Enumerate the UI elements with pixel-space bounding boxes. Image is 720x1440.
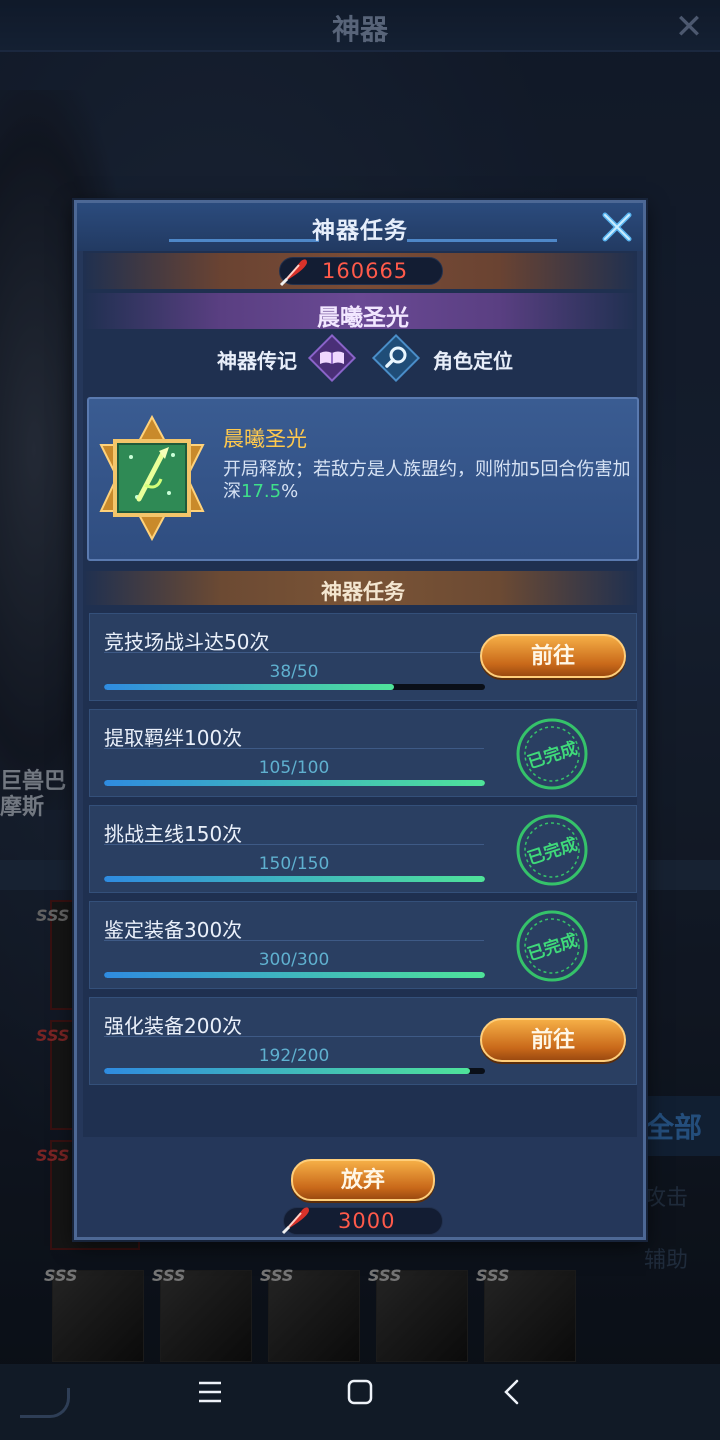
task-progress-text: 300/300 [258, 950, 330, 970]
artifact-title: 晨曦圣光 [317, 304, 409, 331]
abandon-button[interactable]: 放弃 [291, 1159, 435, 1201]
artifact-skill-name: 晨曦圣光 [223, 427, 307, 451]
task-divider [104, 652, 484, 653]
task-progress-text: 38/50 [269, 662, 319, 682]
abandon-cost-value: 3000 [338, 1209, 396, 1233]
completed-stamp-text: 已完成 [525, 834, 580, 870]
bg-return-arrow[interactable] [20, 1388, 70, 1418]
completed-stamp-icon: 已完成 [516, 910, 588, 982]
tasks-section-title: 神器任务 [321, 579, 405, 604]
task-progress-bar [104, 780, 485, 786]
completed-stamp-text: 已完成 [525, 930, 580, 966]
magnifier-icon[interactable] [369, 331, 423, 385]
task-divider [104, 1036, 484, 1037]
completed-stamp-icon: 已完成 [516, 718, 588, 790]
task-row: 强化装备200次 192/200 前往 [89, 997, 637, 1085]
task-progress-fill [104, 972, 485, 978]
power-value: 160665 [322, 259, 409, 283]
artifact-task-dialog: 神器任务 160665 晨曦圣光 神器传记 角色定位 晨曦圣光 开局释放；若敌方… [74, 200, 646, 1240]
task-progress-fill [104, 876, 485, 882]
artifact-skill-description: 开局释放；若敌方是人族盟约，则附加5回合伤害加深17.5% [223, 459, 633, 503]
task-progress-bar [104, 876, 485, 882]
task-progress-bar [104, 684, 485, 690]
dialog-title: 神器任务 [312, 217, 408, 244]
task-progress-fill [104, 780, 485, 786]
close-icon [602, 212, 632, 242]
task-progress-fill [104, 684, 394, 690]
back-chevron-icon[interactable] [488, 1368, 536, 1416]
artifact-emblem-icon[interactable] [91, 415, 213, 541]
home-square-icon[interactable] [336, 1368, 384, 1416]
task-label: 鉴定装备300次 [104, 918, 243, 942]
task-progress-text: 105/100 [258, 758, 330, 778]
task-divider [104, 748, 484, 749]
task-progress-bar [104, 1068, 485, 1074]
task-progress-text: 192/200 [258, 1046, 330, 1066]
task-progress-bar [104, 972, 485, 978]
feather-quill-icon [281, 1207, 309, 1235]
task-label: 挑战主线150次 [104, 822, 243, 846]
task-divider [104, 940, 484, 941]
go-button[interactable]: 前往 [480, 1018, 626, 1062]
task-divider [104, 844, 484, 845]
feather-quill-icon [279, 259, 307, 287]
task-row: 鉴定装备300次 300/300 已完成 [89, 901, 637, 989]
menu-icon[interactable] [186, 1368, 234, 1416]
completed-stamp-text: 已完成 [525, 738, 580, 774]
task-label: 强化装备200次 [104, 1014, 243, 1038]
go-button[interactable]: 前往 [480, 634, 626, 678]
description-unit: % [281, 481, 299, 502]
task-progress-fill [104, 1068, 470, 1074]
task-row: 提取羁绊100次 105/100 已完成 [89, 709, 637, 797]
completed-stamp-icon: 已完成 [516, 814, 588, 886]
task-row: 挑战主线150次 150/150 已完成 [89, 805, 637, 893]
tab-artifact-biography[interactable]: 神器传记 [217, 345, 297, 374]
task-row: 竞技场战斗达50次 38/50 前往 [89, 613, 637, 701]
book-icon[interactable] [305, 331, 359, 385]
tab-role-positioning[interactable]: 角色定位 [433, 345, 513, 374]
close-button[interactable] [599, 209, 635, 245]
task-progress-text: 150/150 [258, 854, 330, 874]
description-value: 17.5 [241, 481, 282, 502]
task-label: 提取羁绊100次 [104, 726, 243, 750]
task-label: 竞技场战斗达50次 [104, 630, 270, 654]
